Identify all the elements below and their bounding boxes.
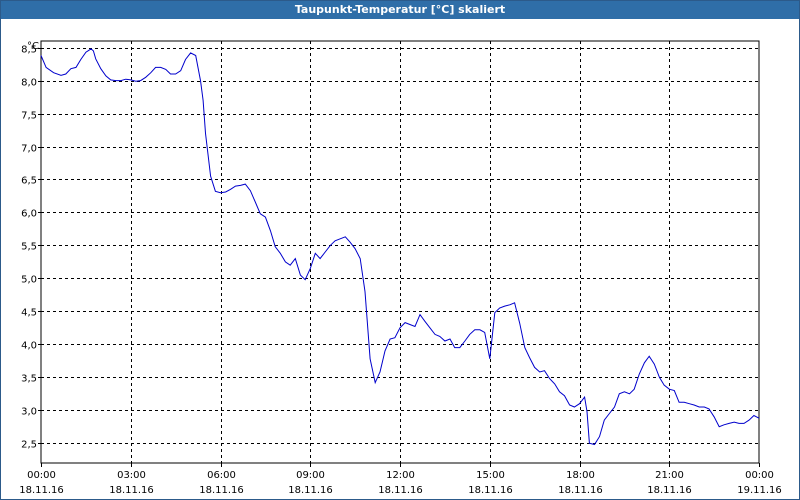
x-tick-date: 18.11.16	[19, 485, 64, 496]
y-tick-label: 3,0	[21, 407, 37, 418]
x-tick-time: 09:00	[296, 470, 325, 481]
y-tick-label: 8,0	[21, 78, 37, 89]
x-tick-time: 00:00	[745, 470, 774, 481]
y-tick-label: 4,0	[21, 341, 37, 352]
window-title: Taupunkt-Temperatur [°C] skaliert	[1, 1, 799, 19]
x-tick-date: 18.11.16	[199, 485, 244, 496]
x-tick-date: 18.11.16	[109, 485, 154, 496]
x-tick-date: 18.11.16	[647, 485, 692, 496]
chart-window: 2,5 3,0 3,5 4,0 4,5 5,0 5,5 6,0 6,5 7,0 7,5 8,0 8,5 °…	[0, 0, 800, 500]
x-tick-date: 18.11.16	[558, 485, 603, 496]
y-axis-unit: °C	[27, 41, 39, 52]
y-tick-label: 5,5	[21, 242, 37, 253]
x-tick-time: 06:00	[207, 470, 236, 481]
y-tick-label: 4,5	[21, 308, 37, 319]
chart-canvas: 2,53,03,54,04,55,05,56,06,57,07,58,08,5°…	[19, 40, 782, 496]
y-tick-label: 7,5	[21, 111, 37, 122]
y-tick-label: 7,0	[21, 144, 37, 155]
x-tick-date: 18.11.16	[288, 485, 333, 496]
x-tick-time: 21:00	[655, 470, 684, 481]
y-tick-label: 6,0	[21, 209, 37, 220]
x-tick-time: 03:00	[117, 470, 146, 481]
x-tick-time: 18:00	[566, 470, 595, 481]
y-tick-label: 5,0	[21, 275, 37, 286]
grid-layer	[41, 41, 759, 463]
y-tick-label: 3,5	[21, 374, 37, 385]
x-tick-date: 18.11.16	[468, 485, 513, 496]
x-tick-time: 12:00	[386, 470, 415, 481]
x-tick-date: 19.11.16	[737, 485, 782, 496]
y-tick-label: 2,5	[21, 440, 37, 451]
x-tick-date: 18.11.16	[378, 485, 423, 496]
y-tick-label: 6,5	[21, 176, 37, 187]
x-tick-time: 00:00	[27, 470, 56, 481]
x-tick-time: 15:00	[476, 470, 505, 481]
plot-frame	[38, 40, 760, 467]
